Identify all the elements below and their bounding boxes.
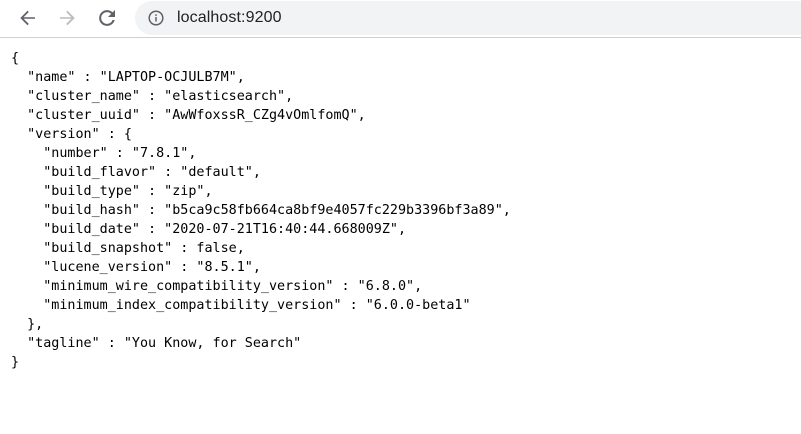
- json-line: "cluster_uuid" : "AwWfoxssR_CZg4vOmlfomQ…: [11, 108, 366, 123]
- json-line: "build_flavor" : "default",: [11, 165, 261, 180]
- json-line: "build_snapshot" : false,: [11, 241, 245, 256]
- json-line: "minimum_wire_compatibility_version" : "…: [11, 279, 423, 294]
- json-line: "build_hash" : "b5ca9c58fb664ca8bf9e4057…: [11, 203, 511, 218]
- json-line: "build_date" : "2020-07-21T16:40:44.6680…: [11, 222, 407, 237]
- json-line: "number" : "7.8.1",: [11, 146, 197, 161]
- json-line: "lucene_version" : "8.5.1",: [11, 260, 261, 275]
- json-line: "minimum_index_compatibility_version" : …: [11, 298, 471, 313]
- reload-icon: [99, 10, 115, 26]
- json-line: "build_type" : "zip",: [11, 184, 213, 199]
- address-url[interactable]: localhost:9200: [177, 8, 282, 28]
- arrow-right-icon: [60, 10, 75, 26]
- reload-button[interactable]: [92, 3, 122, 33]
- json-response: { "name" : "LAPTOP-OCJULB7M", "cluster_n…: [11, 49, 511, 372]
- json-line: {: [11, 51, 20, 66]
- info-icon[interactable]: [148, 10, 164, 26]
- json-line: "cluster_name" : "elasticsearch",: [11, 89, 294, 104]
- back-button[interactable]: [13, 3, 43, 33]
- forward-button[interactable]: [52, 3, 82, 33]
- address-bar[interactable]: localhost:9200: [135, 1, 801, 35]
- json-line: "version" : {: [11, 127, 132, 142]
- json-line: "tagline" : "You Know, for Search": [11, 336, 302, 351]
- browser-toolbar: localhost:9200: [0, 0, 801, 38]
- json-line: "name" : "LAPTOP-OCJULB7M",: [11, 70, 245, 85]
- arrow-left-icon: [20, 10, 35, 26]
- json-line: },: [11, 317, 44, 332]
- json-line: }: [11, 355, 20, 370]
